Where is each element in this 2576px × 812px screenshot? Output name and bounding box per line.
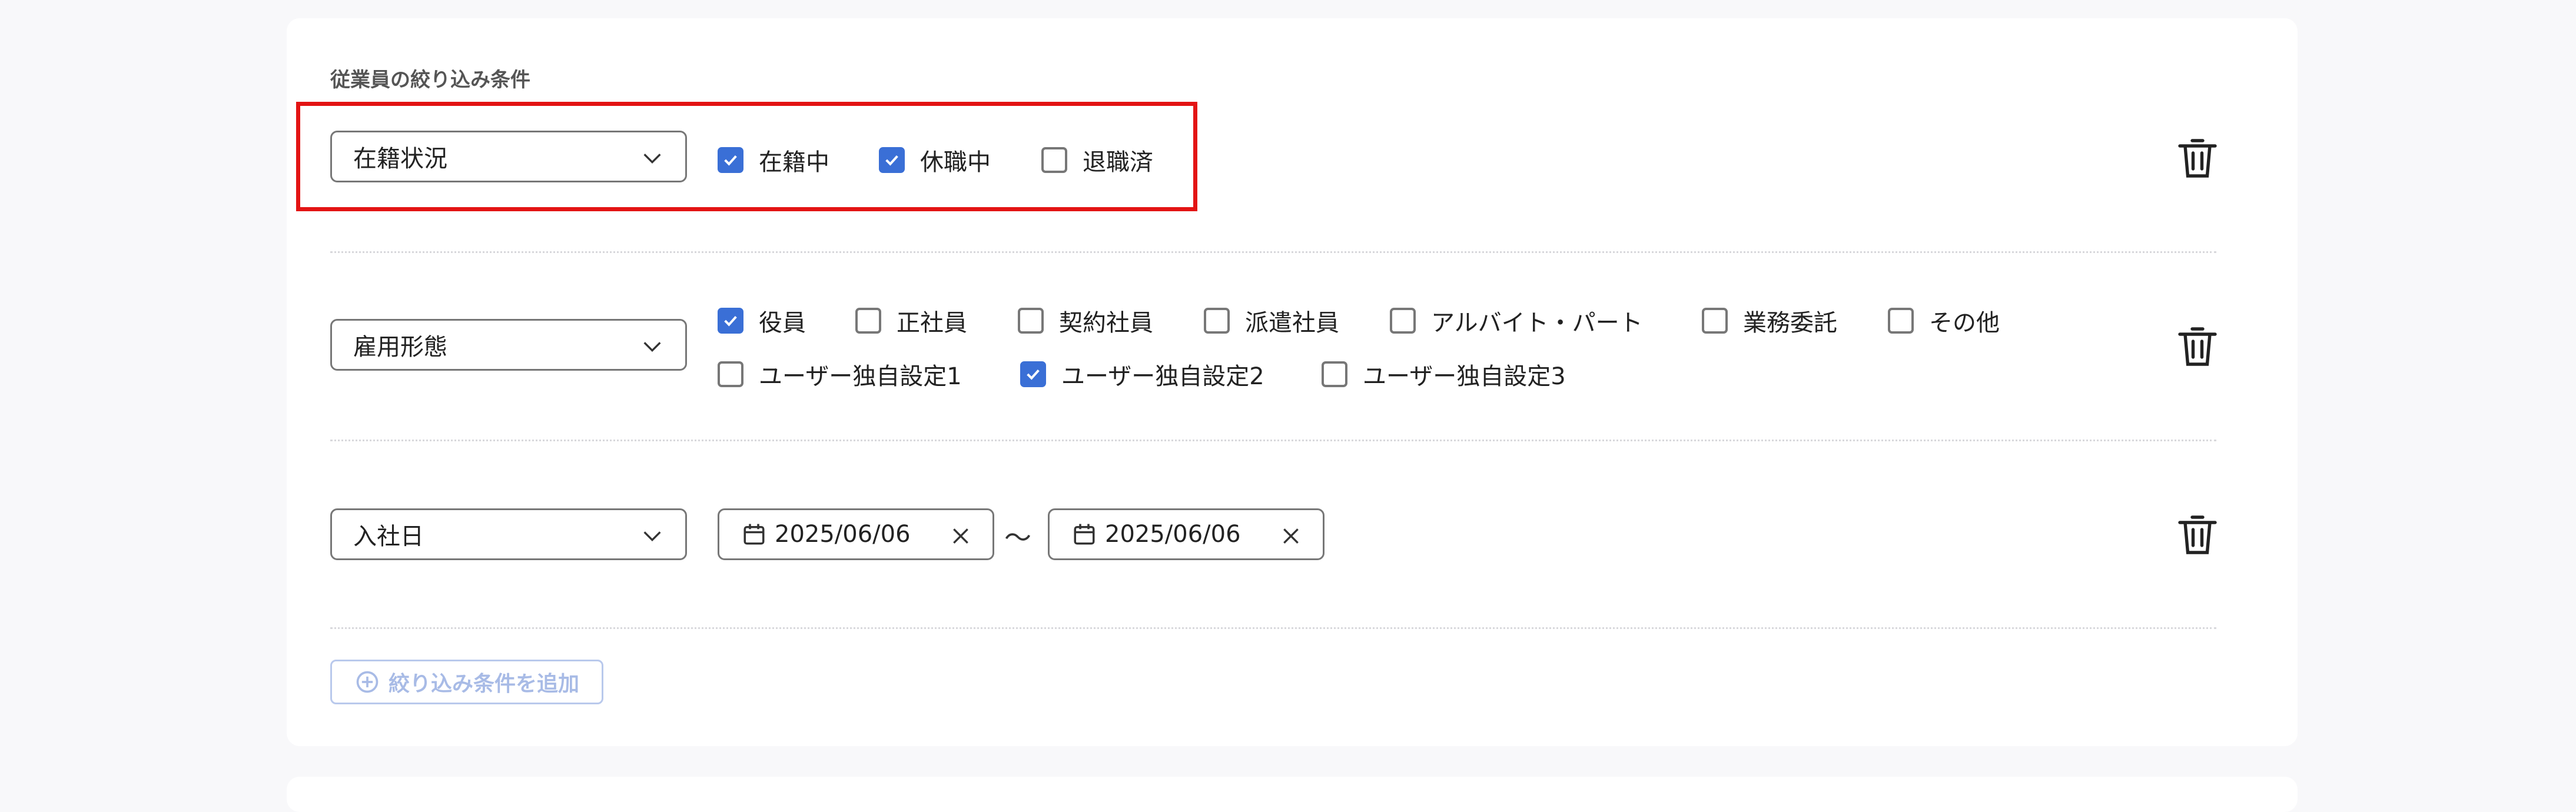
checkbox-label: 派遣社員 (1245, 310, 1339, 337)
add-filter-label: 絞り込み条件を追加 (389, 672, 580, 696)
date-from-value: 2025/06/06 (775, 521, 911, 548)
checkbox[interactable] (1390, 308, 1416, 334)
checkbox-label: 役員 (759, 310, 806, 337)
date-range-separator: 〜 (1004, 522, 1031, 554)
checkbox-option[interactable]: 契約社員 (1018, 304, 1153, 338)
checkbox-label: ユーザー独自設定3 (1363, 363, 1566, 390)
checkbox-option[interactable]: 正社員 (855, 304, 967, 338)
checkbox-option[interactable]: 派遣社員 (1204, 304, 1339, 338)
checkbox[interactable] (1018, 308, 1044, 334)
row-divider (330, 251, 2216, 253)
checkbox-option[interactable]: 業務委託 (1702, 304, 1837, 338)
close-icon[interactable] (1279, 524, 1303, 548)
row-divider (330, 440, 2216, 441)
check-icon (724, 315, 737, 327)
delete-filter-button[interactable] (2178, 325, 2217, 368)
chevron-down-icon (643, 531, 661, 542)
trash-icon (2178, 139, 2217, 178)
close-icon[interactable] (949, 524, 972, 548)
next-card (287, 777, 2298, 812)
checkbox-label: 業務委託 (1743, 310, 1837, 337)
add-filter-button[interactable]: 絞り込み条件を追加 (330, 660, 603, 704)
checkbox[interactable] (1702, 308, 1728, 334)
checkbox[interactable] (1020, 361, 1046, 387)
date-from-input[interactable]: 2025/06/06 (718, 508, 994, 560)
highlight-box (296, 102, 1197, 211)
checkbox-option[interactable]: ユーザー独自設定1 (718, 357, 962, 391)
date-to-value: 2025/06/06 (1105, 521, 1241, 548)
checkbox[interactable] (1204, 308, 1230, 334)
checkbox[interactable] (718, 361, 743, 387)
checkbox-label: 契約社員 (1059, 310, 1153, 337)
calendar-icon (1074, 524, 1095, 545)
row-divider (330, 627, 2216, 629)
checkbox-label: ユーザー独自設定2 (1061, 363, 1264, 390)
checkbox-option[interactable]: ユーザー独自設定2 (1020, 357, 1264, 391)
delete-filter-button[interactable] (2178, 514, 2217, 556)
check-icon (1027, 369, 1040, 380)
checkbox-option[interactable]: ユーザー独自設定3 (1322, 357, 1566, 391)
checkbox-label: アルバイト・パート (1431, 310, 1643, 337)
checkbox-option[interactable]: アルバイト・パート (1390, 304, 1643, 338)
checkbox-label: ユーザー独自設定1 (759, 363, 962, 390)
checkbox-label: 正社員 (897, 310, 967, 337)
trash-icon (2178, 327, 2217, 366)
checkbox-option[interactable]: 役員 (718, 304, 806, 338)
checkbox[interactable] (718, 308, 743, 334)
trash-icon (2178, 515, 2217, 554)
checkbox[interactable] (855, 308, 881, 334)
filter-field-value: 雇用形態 (353, 334, 447, 361)
date-to-input[interactable]: 2025/06/06 (1048, 508, 1324, 560)
filter-field-select-employment-type[interactable]: 雇用形態 (330, 319, 687, 371)
filter-field-select-hire-date[interactable]: 入社日 (330, 508, 687, 560)
checkbox-label: その他 (1929, 310, 2000, 337)
section-title: 従業員の絞り込み条件 (330, 68, 530, 92)
delete-filter-button[interactable] (2178, 137, 2217, 179)
checkbox-option[interactable]: その他 (1888, 304, 2000, 338)
checkbox[interactable] (1888, 308, 1914, 334)
filter-field-value: 入社日 (353, 523, 424, 550)
plus-circle-icon (356, 671, 379, 693)
calendar-icon (743, 524, 765, 545)
chevron-down-icon (643, 342, 661, 352)
checkbox[interactable] (1322, 361, 1347, 387)
